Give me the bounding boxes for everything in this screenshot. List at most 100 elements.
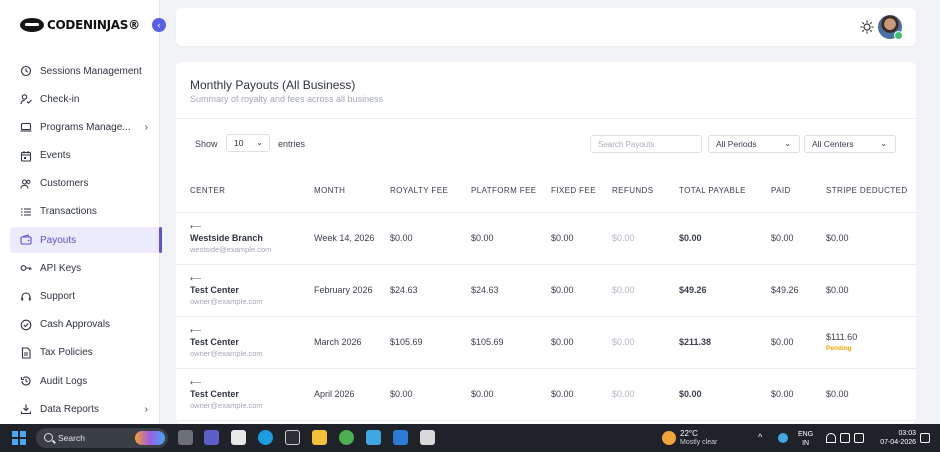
center-filter-value: All Centers bbox=[812, 139, 854, 149]
sidebar-item-transactions[interactable]: Transactions bbox=[10, 199, 160, 225]
sidebar-item-cash-approvals[interactable]: Cash Approvals bbox=[10, 312, 160, 338]
table-row[interactable]: ⟵ Test Center owner@example.com April 2026 $… bbox=[176, 368, 916, 421]
platform-cell: $24.63 bbox=[471, 264, 551, 317]
center-name: Test Center bbox=[190, 284, 239, 295]
app-icon[interactable] bbox=[285, 430, 300, 445]
store-icon[interactable] bbox=[231, 430, 246, 445]
refunds-cell: $0.00 bbox=[612, 212, 679, 265]
paid-cell: $0.00 bbox=[771, 316, 826, 369]
sidebar-item-audit-logs[interactable]: Audit Logs bbox=[10, 368, 160, 394]
entries-select-value: 10 bbox=[234, 138, 244, 148]
sidebar-item-support[interactable]: Support bbox=[10, 284, 160, 310]
column-header-center[interactable]: CENTER bbox=[176, 170, 314, 213]
collapse-sidebar-button[interactable]: ‹ bbox=[152, 18, 166, 32]
sidebar-item-tax-policies[interactable]: Tax Policies bbox=[10, 340, 160, 366]
center-cell: ⟵ Test Center owner@example.com bbox=[176, 316, 314, 369]
notepad-icon[interactable] bbox=[366, 430, 381, 445]
page-title: Monthly Payouts (All Business) bbox=[190, 78, 356, 92]
wallet-icon bbox=[20, 234, 32, 246]
column-header-stripe-deducted[interactable]: STRIPE DEDUCTED bbox=[826, 170, 916, 213]
table-row[interactable]: ⟵ Westside Branch westside@example.com Week… bbox=[176, 212, 916, 265]
top-bar bbox=[176, 8, 916, 46]
center-name: Test Center bbox=[190, 388, 239, 399]
center-cell: ⟵ Westside Branch westside@example.com bbox=[176, 212, 314, 265]
windows-start-icon[interactable] bbox=[12, 431, 26, 445]
entries-select[interactable]: 10 ⌄ bbox=[226, 134, 270, 152]
sidebar-item-events[interactable]: Events bbox=[10, 143, 160, 169]
remote-desktop-icon[interactable] bbox=[393, 430, 408, 445]
sidebar-item-label: Transactions bbox=[40, 206, 97, 218]
column-header-paid[interactable]: PAID bbox=[771, 170, 826, 213]
theme-toggle-sun-icon[interactable] bbox=[860, 20, 874, 34]
users-icon bbox=[20, 178, 32, 190]
taskbar-search[interactable]: Search bbox=[36, 428, 168, 448]
column-header-refunds[interactable]: REFUNDS bbox=[612, 170, 679, 213]
sidebar-item-check-in[interactable]: Check-in bbox=[10, 86, 160, 112]
brand-logo[interactable]: CODENINJAS® bbox=[20, 14, 140, 36]
period-filter-value: All Periods bbox=[716, 139, 757, 149]
tray-chevron-up-icon[interactable]: ^ bbox=[758, 432, 762, 442]
sidebar-item-api-keys[interactable]: API Keys bbox=[10, 255, 160, 281]
stripe-deducted-cell: $0.00 bbox=[826, 264, 916, 317]
stripe-deducted-value: $0.00 bbox=[826, 285, 849, 295]
cloud-icon[interactable] bbox=[778, 433, 788, 443]
snipping-tool-icon[interactable] bbox=[420, 430, 435, 445]
platform-cell: $0.00 bbox=[471, 212, 551, 265]
sessions-icon bbox=[20, 65, 32, 77]
period-filter-select[interactable]: All Periods ⌄ bbox=[708, 135, 800, 153]
wifi-icon[interactable] bbox=[826, 433, 836, 443]
arrow-icon: ⟵ bbox=[190, 377, 202, 387]
notification-icon[interactable] bbox=[920, 433, 930, 443]
entries-label: entries bbox=[278, 139, 306, 149]
center-filter-select[interactable]: All Centers ⌄ bbox=[804, 135, 896, 153]
clock-time: 03:03 bbox=[898, 430, 916, 437]
system-clock[interactable]: 03:03 07-04-2026 bbox=[872, 429, 916, 447]
volume-icon[interactable] bbox=[840, 433, 850, 443]
sidebar-item-data-reports[interactable]: Data Reports › bbox=[10, 396, 160, 422]
taskbar-search-label: Search bbox=[58, 433, 85, 443]
center-email: owner@example.com bbox=[190, 348, 263, 358]
os-taskbar: Search 22°C Mostly clear ^ ENG IN 03:03 … bbox=[0, 424, 940, 452]
royalty-cell: $105.69 bbox=[390, 316, 471, 369]
fixed-cell: $0.00 bbox=[551, 212, 612, 265]
sidebar-item-sessions-management[interactable]: Sessions Management bbox=[10, 58, 160, 84]
table-row[interactable]: ⟵ Test Center owner@example.com February 20… bbox=[176, 264, 916, 317]
refunds-cell: $0.00 bbox=[612, 316, 679, 369]
arrow-icon: ⟵ bbox=[190, 221, 202, 231]
weather-temperature: 22°C bbox=[680, 429, 698, 438]
column-header-total-payable[interactable]: TOTAL PAYABLE bbox=[679, 170, 771, 213]
chevron-down-icon: ⌄ bbox=[784, 139, 791, 148]
teams-icon[interactable] bbox=[204, 430, 219, 445]
column-header-royalty-fee[interactable]: ROYALTY FEE bbox=[390, 170, 471, 213]
column-header-month[interactable]: MONTH bbox=[314, 170, 390, 213]
table-body: ⟵ Westside Branch westside@example.com Week… bbox=[176, 212, 916, 421]
fixed-cell: $0.00 bbox=[551, 264, 612, 317]
headset-icon bbox=[20, 291, 32, 303]
weather-widget[interactable]: 22°C Mostly clear bbox=[662, 428, 724, 448]
edge-icon[interactable] bbox=[258, 430, 273, 445]
center-name: Westside Branch bbox=[190, 232, 263, 243]
task-view-icon[interactable] bbox=[178, 430, 193, 445]
column-header-platform-fee[interactable]: PLATFORM FEE bbox=[471, 170, 551, 213]
chrome-icon[interactable] bbox=[339, 430, 354, 445]
user-avatar[interactable] bbox=[878, 15, 903, 40]
royalty-cell: $0.00 bbox=[390, 212, 471, 265]
chevron-left-icon: ‹ bbox=[157, 20, 161, 30]
file-explorer-icon[interactable] bbox=[312, 430, 327, 445]
document-icon bbox=[20, 347, 32, 359]
show-label: Show bbox=[195, 139, 218, 149]
region-code: IN bbox=[802, 440, 810, 447]
sidebar: CODENINJAS® Sessions Management Check-in P… bbox=[0, 0, 162, 424]
table-row[interactable]: ⟵ Test Center owner@example.com March 2026 $… bbox=[176, 316, 916, 369]
column-header-fixed-fee[interactable]: FIXED FEE bbox=[551, 170, 612, 213]
chevron-right-icon: › bbox=[144, 121, 148, 133]
search-payouts-input[interactable] bbox=[590, 135, 702, 153]
language-code: ENG bbox=[798, 431, 814, 438]
battery-icon[interactable] bbox=[854, 433, 864, 443]
paid-cell: $0.00 bbox=[771, 212, 826, 265]
month-cell: February 2026 bbox=[314, 264, 390, 317]
sidebar-item-payouts[interactable]: Payouts bbox=[10, 227, 162, 254]
sidebar-item-customers[interactable]: Customers bbox=[10, 171, 160, 197]
language-indicator[interactable]: ENG IN bbox=[798, 430, 813, 448]
sidebar-item-programs-manage[interactable]: Programs Manage... › bbox=[10, 114, 160, 140]
